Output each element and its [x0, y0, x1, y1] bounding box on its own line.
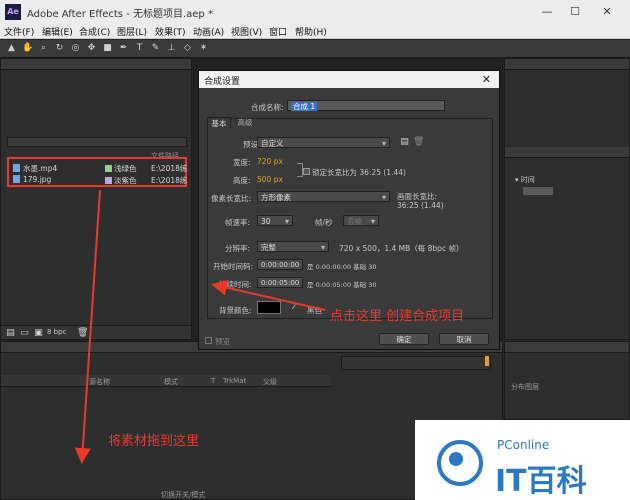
magnifier-lens	[449, 452, 463, 466]
annotation-click-here: 点击这里 创建合成项目	[330, 309, 465, 324]
annotation-drag-here: 将素材拖到这里	[108, 434, 200, 449]
brand-name: PConline	[497, 438, 550, 452]
watermark: PConline IT百科	[415, 420, 630, 500]
arrow-to-timeline	[74, 189, 101, 464]
arrow-to-duration	[211, 279, 326, 311]
site-name: IT百科	[495, 464, 587, 499]
